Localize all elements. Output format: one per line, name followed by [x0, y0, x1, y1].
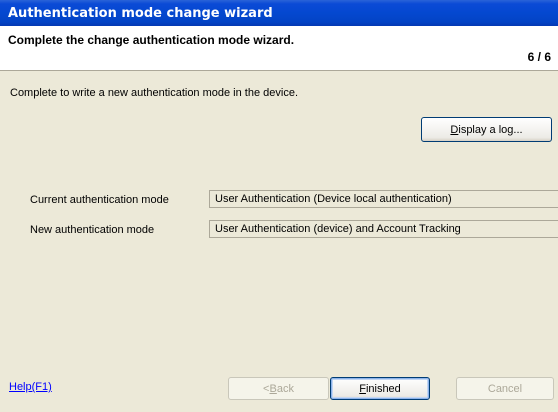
- display-log-button[interactable]: Display a log...: [421, 117, 552, 142]
- help-link[interactable]: Help(F1): [9, 381, 52, 393]
- finished-label: inished: [365, 382, 401, 395]
- display-log-label: isplay a log...: [458, 123, 523, 136]
- window-titlebar[interactable]: Authentication mode change wizard: [0, 0, 558, 26]
- display-log-mnemonic: D: [450, 123, 459, 136]
- new-mode-value: User Authentication (device) and Account…: [209, 220, 558, 238]
- new-mode-label: New authentication mode: [30, 224, 155, 236]
- cancel-button[interactable]: Cancel: [456, 377, 554, 400]
- finished-mnemonic: F: [359, 382, 366, 395]
- current-mode-value: User Authentication (Device local authen…: [209, 190, 558, 208]
- current-mode-label: Current authentication mode: [30, 194, 169, 206]
- back-label: ack: [276, 382, 294, 395]
- wizard-step-title: Complete the change authentication mode …: [8, 33, 295, 47]
- wizard-step-counter: 6 / 6: [527, 50, 551, 64]
- back-mnemonic: B: [269, 382, 277, 395]
- back-button[interactable]: < Back: [228, 377, 329, 400]
- window-title: Authentication mode change wizard: [8, 6, 273, 21]
- wizard-header: Complete the change authentication mode …: [0, 26, 558, 71]
- finished-button[interactable]: Finished: [330, 377, 430, 400]
- completion-message: Complete to write a new authentication m…: [10, 87, 298, 99]
